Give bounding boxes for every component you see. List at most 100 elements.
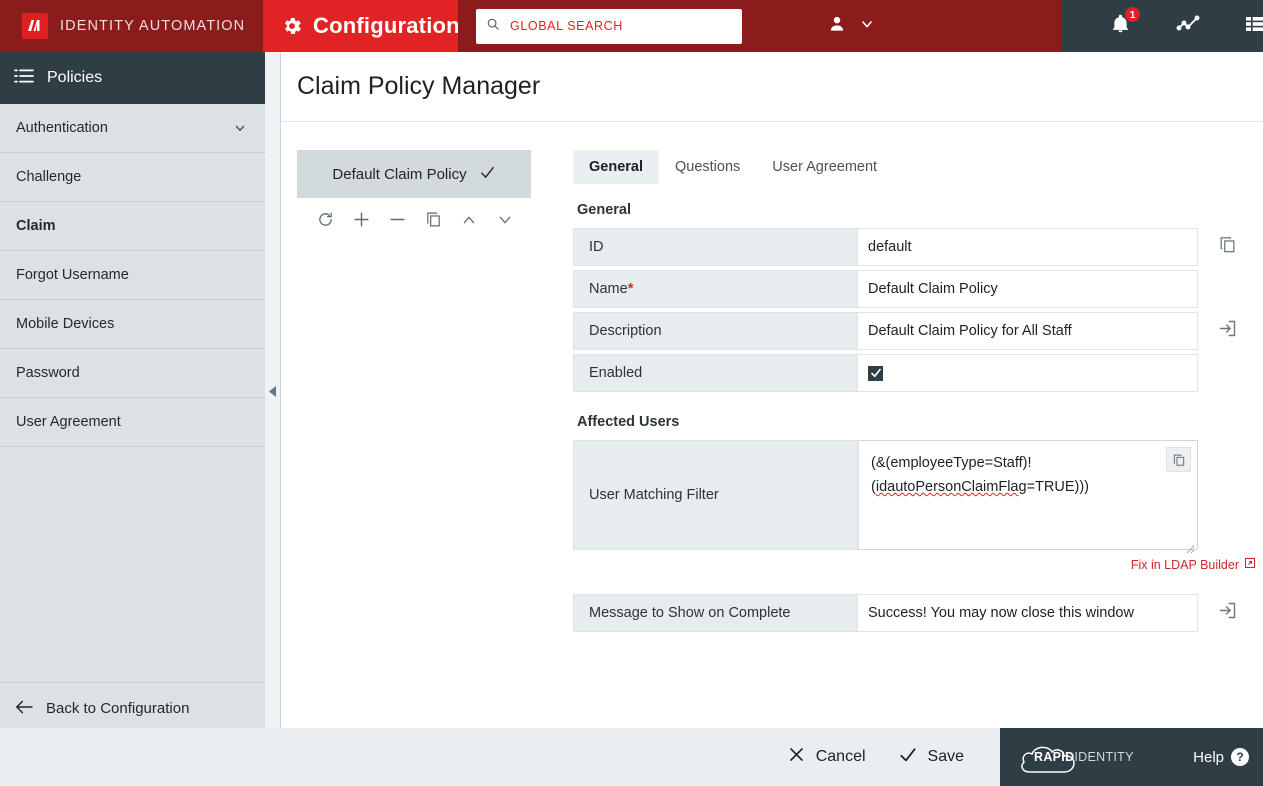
user-menu[interactable] xyxy=(827,14,875,39)
chevron-down-icon xyxy=(497,212,513,233)
field-row-name: Name * Default Claim Policy xyxy=(573,270,1263,308)
search-input[interactable] xyxy=(508,18,732,34)
copy-id-button[interactable] xyxy=(1198,228,1256,266)
policy-list-toolbar xyxy=(297,208,531,236)
refresh-button[interactable] xyxy=(307,208,343,236)
remove-policy-button[interactable] xyxy=(379,208,415,236)
sidebar-item-claim[interactable]: Claim xyxy=(0,202,265,251)
cancel-button[interactable]: Cancel xyxy=(787,745,866,769)
sidebar-item-label: Forgot Username xyxy=(16,267,129,283)
sidebar-item-label: Mobile Devices xyxy=(16,316,115,332)
user-menu-chevron-down-icon[interactable] xyxy=(859,16,875,37)
gear-icon xyxy=(281,15,303,37)
sidebar-item-mobile-devices[interactable]: Mobile Devices xyxy=(0,300,265,349)
logo-identity-text: IDENTITY xyxy=(1074,750,1134,764)
copy-filter-button[interactable] xyxy=(1166,447,1191,472)
move-down-button[interactable] xyxy=(487,208,523,236)
field-row-user-matching-filter: User Matching Filter (&(employeeType=Sta… xyxy=(573,440,1263,554)
field-label: Enabled xyxy=(573,354,858,392)
complete-message-field-value[interactable]: Success! You may now close this window xyxy=(858,594,1198,632)
help-label: Help xyxy=(1193,748,1224,766)
sidebar-item-password[interactable]: Password xyxy=(0,349,265,398)
field-label: Description xyxy=(573,312,858,350)
tab-user-agreement[interactable]: User Agreement xyxy=(756,150,893,184)
content-body: Default Claim Policy General Questions U… xyxy=(281,122,1263,636)
configuration-menu-button[interactable]: Configuration xyxy=(263,0,485,52)
back-to-configuration-button[interactable]: Back to Configuration xyxy=(0,682,265,734)
sidebar-item-user-agreement[interactable]: User Agreement xyxy=(0,398,265,447)
notifications-button[interactable]: 1 xyxy=(1086,0,1154,52)
external-link-icon xyxy=(1244,557,1256,572)
move-up-button[interactable] xyxy=(451,208,487,236)
close-x-icon xyxy=(787,745,806,769)
help-button[interactable]: Help ? xyxy=(1193,748,1249,766)
sidebar-item-label: Claim xyxy=(16,218,56,234)
check-icon xyxy=(479,164,496,185)
brand-name-label: IDENTITY AUTOMATION xyxy=(60,18,246,34)
field-row-enabled: Enabled xyxy=(573,354,1263,392)
import-icon xyxy=(1217,318,1238,344)
add-policy-button[interactable] xyxy=(343,208,379,236)
top-navigation-bar: IDENTITY AUTOMATION Configuration GLOBAL… xyxy=(0,0,1263,52)
general-section-heading: General xyxy=(577,202,631,218)
question-mark-icon: ? xyxy=(1231,748,1249,766)
user-matching-filter-textarea[interactable]: (&(employeeType=Staff)! (idautoPersonCla… xyxy=(858,440,1198,554)
identity-automation-logo-icon xyxy=(22,13,48,39)
chevron-up-icon xyxy=(461,212,477,233)
name-field-action-placeholder xyxy=(1198,270,1256,308)
tab-general[interactable]: General xyxy=(573,150,659,184)
footer-branding: RAPIDIDENTITY Help ? xyxy=(1000,728,1263,786)
sidebar-item-challenge[interactable]: Challenge xyxy=(0,153,265,202)
line-chart-icon xyxy=(1176,12,1200,41)
sidebar-item-forgot-username[interactable]: Forgot Username xyxy=(0,251,265,300)
duplicate-policy-button[interactable] xyxy=(415,208,451,236)
arrow-left-icon xyxy=(14,699,34,719)
field-row-id: ID default xyxy=(573,228,1263,266)
list-grid-icon xyxy=(1245,14,1263,39)
global-search-box[interactable] xyxy=(476,8,742,44)
policy-list-item-default-claim-policy[interactable]: Default Claim Policy xyxy=(297,150,531,198)
policy-detail-panel: General Questions User Agreement General… xyxy=(531,150,1263,636)
description-field-value[interactable]: Default Claim Policy for All Staff xyxy=(858,312,1198,350)
rapididentity-cloud-logo-icon: RAPIDIDENTITY xyxy=(1018,736,1148,778)
affected-users-section-heading: Affected Users xyxy=(577,414,680,430)
sidebar-collapse-handle[interactable] xyxy=(265,52,281,734)
tab-label: General xyxy=(589,159,643,175)
main-content: Claim Policy Manager Default Claim Polic… xyxy=(281,52,1263,728)
ldap-link-label: Fix in LDAP Builder xyxy=(1130,557,1239,572)
sidebar-item-label: Challenge xyxy=(16,169,82,185)
activity-button[interactable] xyxy=(1154,0,1222,52)
fix-in-ldap-builder-link[interactable]: Fix in LDAP Builder xyxy=(573,557,1256,572)
footer-bar: Cancel Save RAPIDIDENTITY Help ? xyxy=(0,728,1263,786)
brand-area[interactable]: IDENTITY AUTOMATION xyxy=(0,0,263,52)
footer-actions: Cancel Save xyxy=(0,728,1000,786)
field-row-description: Description Default Claim Policy for All… xyxy=(573,312,1263,350)
complete-message-import-button[interactable] xyxy=(1198,594,1256,632)
page-title: Claim Policy Manager xyxy=(281,52,1263,122)
chevron-down-icon[interactable] xyxy=(233,121,247,135)
field-label: Message to Show on Complete xyxy=(573,594,858,632)
id-field-value[interactable]: default xyxy=(858,228,1198,266)
save-button[interactable]: Save xyxy=(898,745,964,770)
refresh-icon xyxy=(317,211,334,233)
sidebar-header: Policies xyxy=(0,52,265,104)
enabled-checkbox[interactable] xyxy=(868,365,883,381)
field-label: ID xyxy=(573,228,858,266)
tab-questions[interactable]: Questions xyxy=(659,150,756,184)
detail-tabs: General Questions User Agreement xyxy=(573,150,1263,184)
list-icon xyxy=(14,68,34,89)
top-bar-icon-group: 1 xyxy=(1062,0,1263,52)
resize-grip-icon[interactable] xyxy=(1185,538,1195,554)
save-label: Save xyxy=(927,748,964,765)
configuration-label: Configuration xyxy=(313,13,460,38)
cancel-label: Cancel xyxy=(815,748,866,765)
description-import-button[interactable] xyxy=(1198,312,1256,350)
enabled-field-action-placeholder xyxy=(1198,354,1256,392)
name-field-value[interactable]: Default Claim Policy xyxy=(858,270,1198,308)
tab-label: User Agreement xyxy=(772,159,878,175)
filter-line-2-suffix: =TRUE))) xyxy=(1026,479,1089,495)
person-icon xyxy=(827,14,847,39)
list-grid-button[interactable] xyxy=(1222,0,1263,52)
sidebar-item-authentication[interactable]: Authentication xyxy=(0,104,265,153)
policy-list-panel: Default Claim Policy xyxy=(297,150,531,636)
